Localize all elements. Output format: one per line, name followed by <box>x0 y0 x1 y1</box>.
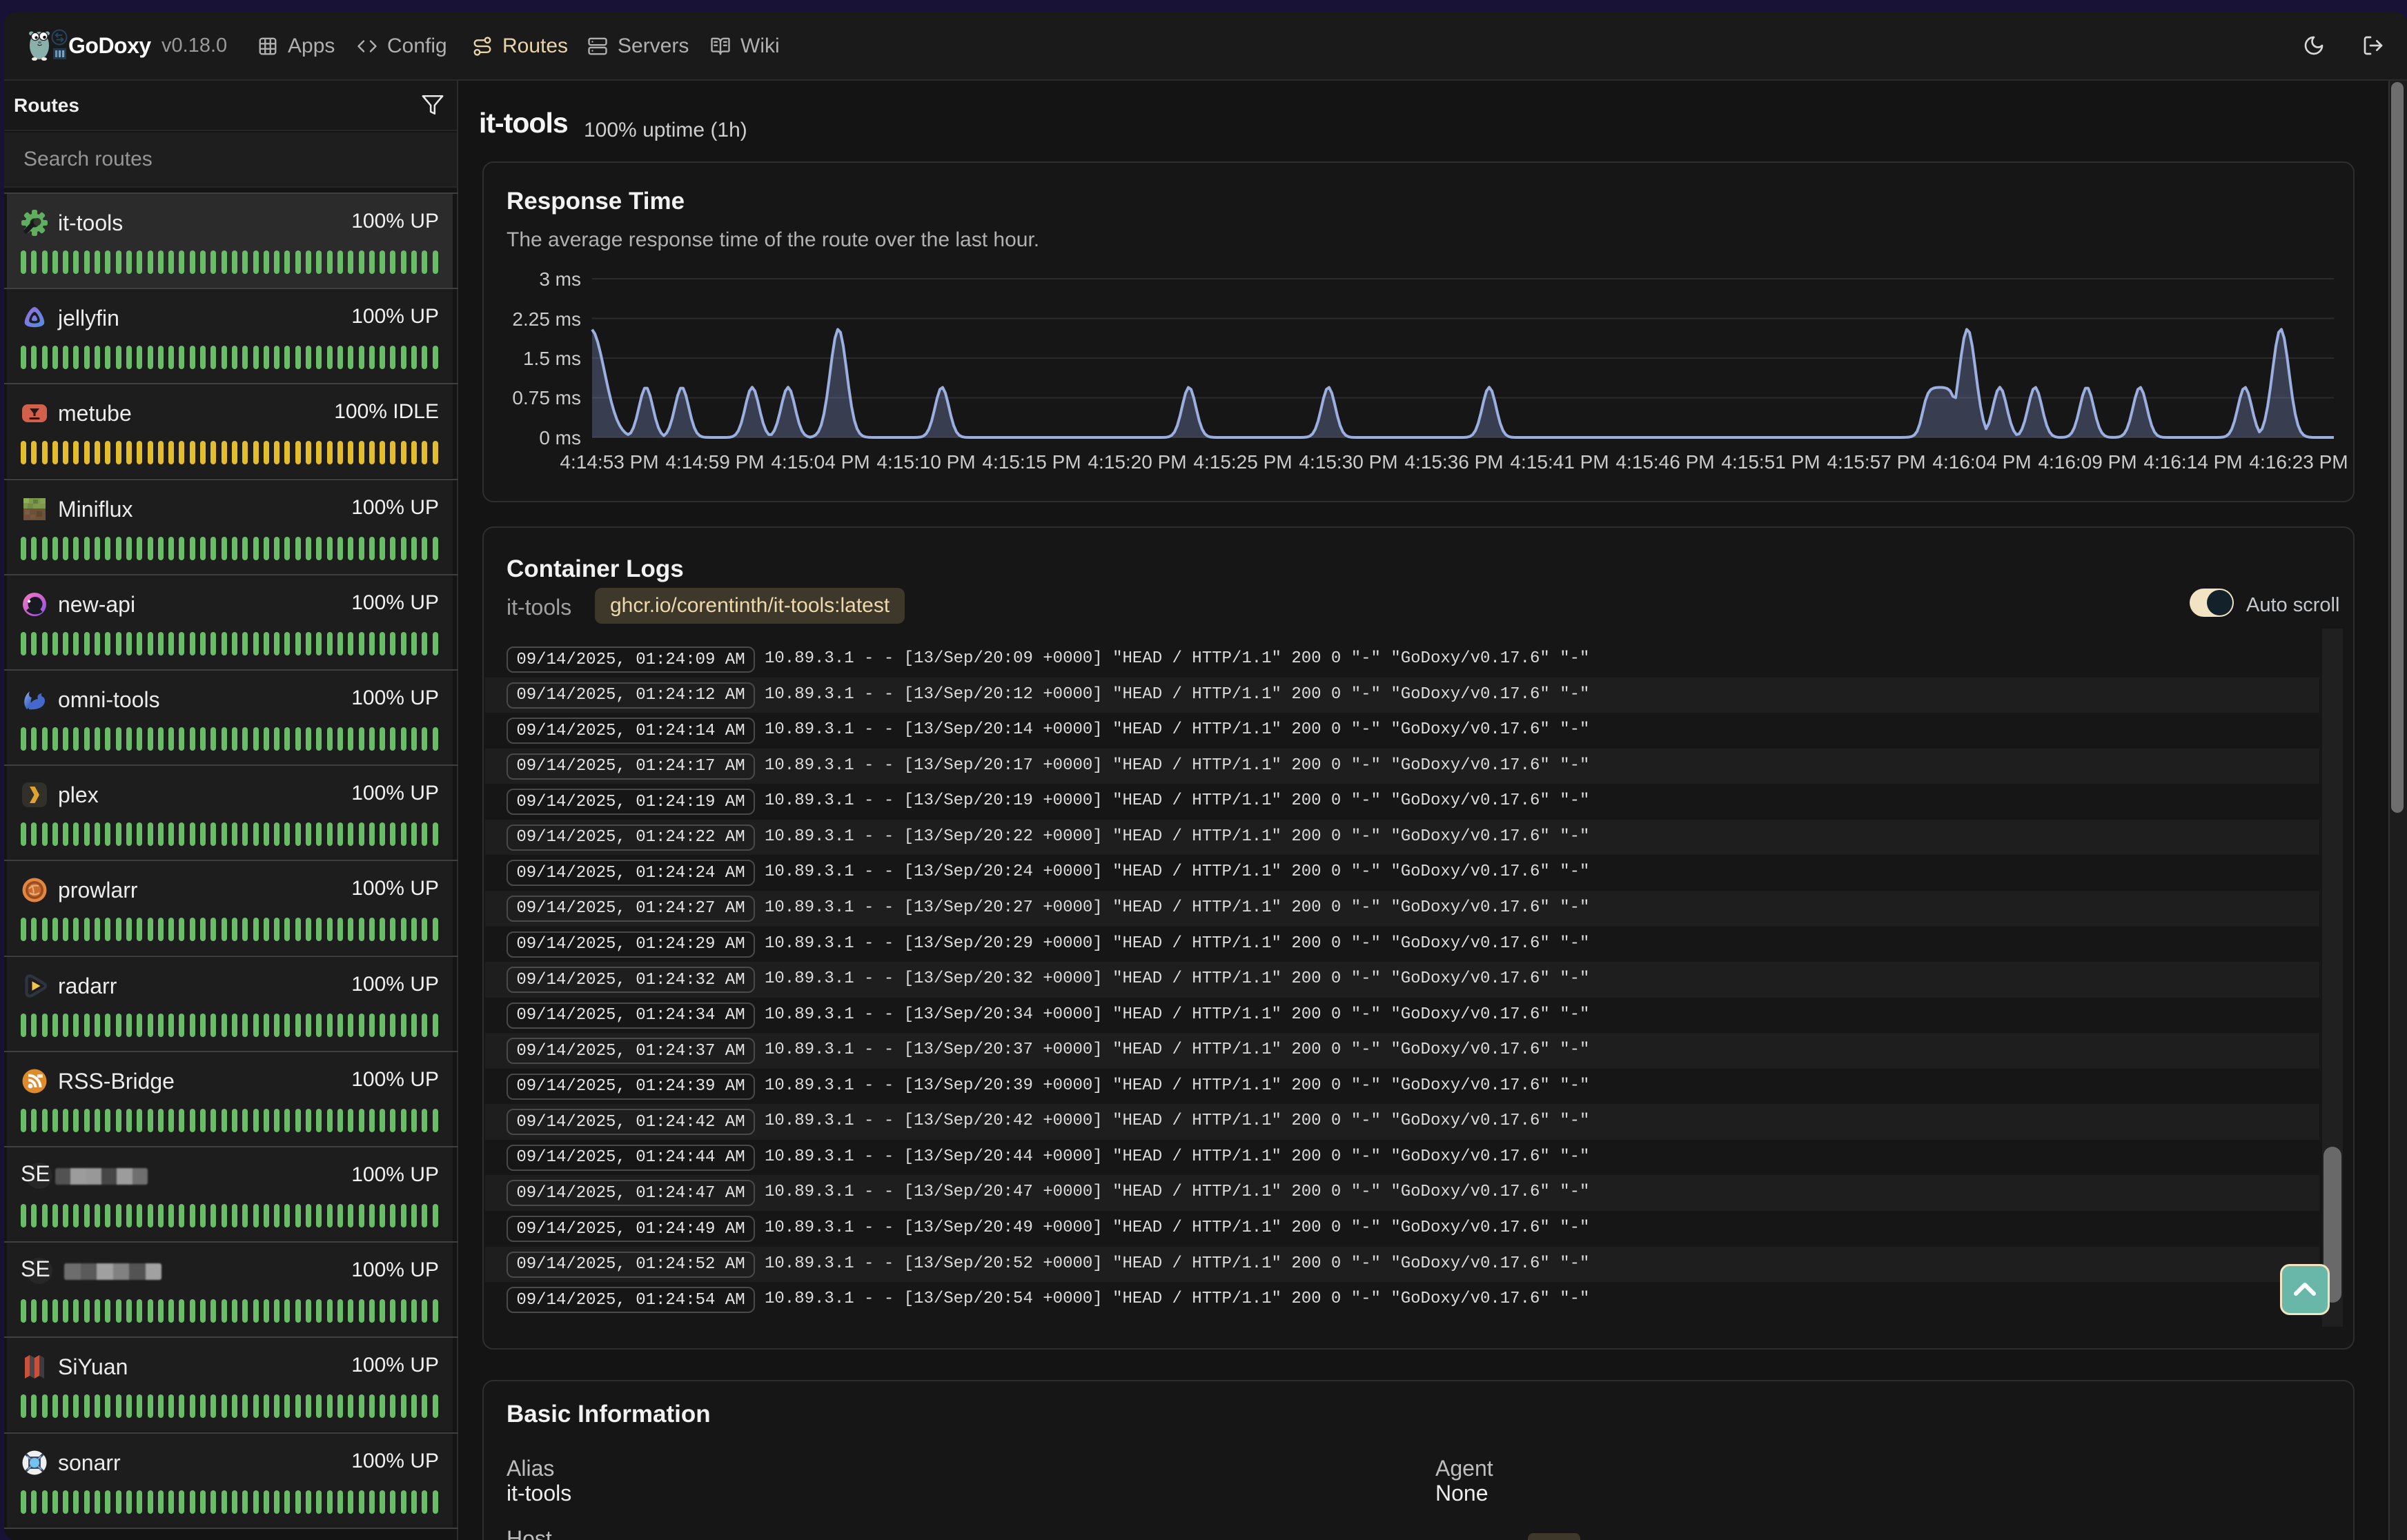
svg-text:0.75 ms: 0.75 ms <box>512 387 581 408</box>
svg-text:0 ms: 0 ms <box>539 427 581 448</box>
svg-text:2.25 ms: 2.25 ms <box>512 308 581 330</box>
svg-text:4:15:25 PM: 4:15:25 PM <box>1193 451 1292 473</box>
svg-text:4:15:30 PM: 4:15:30 PM <box>1299 451 1397 473</box>
svg-text:4:14:53 PM: 4:14:53 PM <box>560 451 658 473</box>
svg-text:4:15:10 PM: 4:15:10 PM <box>876 451 975 473</box>
svg-text:4:16:09 PM: 4:16:09 PM <box>2038 451 2136 473</box>
svg-text:4:15:04 PM: 4:15:04 PM <box>771 451 870 473</box>
svg-text:4:15:46 PM: 4:15:46 PM <box>1615 451 1714 473</box>
svg-text:4:15:36 PM: 4:15:36 PM <box>1404 451 1503 473</box>
svg-text:4:14:59 PM: 4:14:59 PM <box>665 451 764 473</box>
svg-text:4:16:14 PM: 4:16:14 PM <box>2143 451 2242 473</box>
svg-text:1.5 ms: 1.5 ms <box>523 348 581 369</box>
svg-text:4:16:23 PM: 4:16:23 PM <box>2249 451 2348 473</box>
svg-text:4:15:20 PM: 4:15:20 PM <box>1088 451 1186 473</box>
svg-text:4:15:41 PM: 4:15:41 PM <box>1510 451 1609 473</box>
svg-text:3 ms: 3 ms <box>539 268 581 290</box>
svg-text:4:15:57 PM: 4:15:57 PM <box>1827 451 1925 473</box>
svg-text:4:16:04 PM: 4:16:04 PM <box>1932 451 2031 473</box>
svg-text:4:15:15 PM: 4:15:15 PM <box>982 451 1081 473</box>
svg-text:4:15:51 PM: 4:15:51 PM <box>1721 451 1820 473</box>
